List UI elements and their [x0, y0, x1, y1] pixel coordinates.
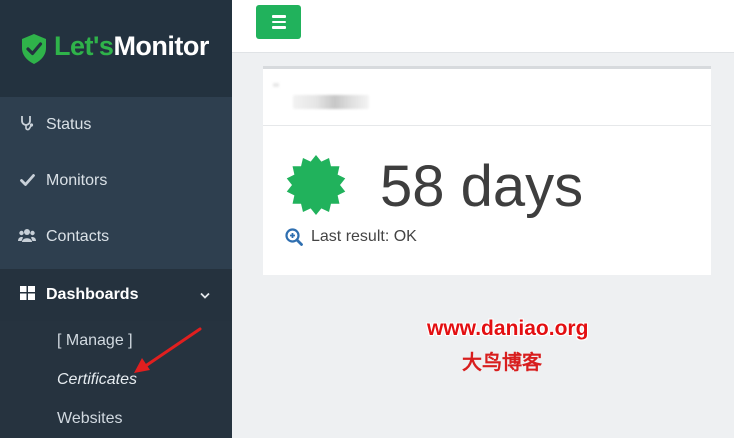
sidebar-toggle-button[interactable] — [256, 5, 301, 39]
stethoscope-icon — [18, 115, 36, 135]
sidebar-item-label: Contacts — [46, 228, 110, 245]
last-result[interactable]: Last result: OK — [285, 228, 417, 246]
hamburger-icon — [271, 15, 286, 18]
sidebar-item-label: Status — [46, 116, 92, 133]
days-remaining: 58 days — [380, 154, 584, 219]
blurred-title — [293, 95, 369, 109]
check-icon — [18, 173, 36, 190]
certificate-card: 58 days Last result: OK — [263, 66, 711, 275]
sidebar-item-label: Monitors — [46, 172, 108, 189]
card-body: 58 days Last result: OK — [263, 126, 711, 273]
sidebar-item-label: Dashboards — [46, 286, 139, 303]
red-arrow-annotation — [134, 327, 202, 373]
sidebar-item-status[interactable]: Status — [0, 97, 232, 153]
shield-check-icon — [22, 33, 46, 64]
zoom-in-icon — [285, 228, 303, 246]
users-icon — [18, 228, 36, 246]
watermark-url: www.daniao.org — [427, 317, 589, 340]
dashboard-grid-icon — [18, 286, 36, 304]
badge-shape — [286, 155, 346, 215]
last-result-text: Last result: OK — [311, 228, 417, 245]
sidebar-item-monitors[interactable]: Monitors — [0, 153, 232, 209]
sidebar-item-contacts[interactable]: Contacts — [0, 209, 232, 265]
submenu-item-websites[interactable]: Websites — [0, 399, 232, 438]
blurred-title-mark — [273, 83, 279, 87]
brand-logo[interactable]: Let'sMonitor — [0, 0, 232, 97]
sidebar-item-dashboards[interactable]: Dashboards — [0, 269, 232, 321]
certificate-badge-icon — [286, 155, 346, 215]
card-header — [263, 69, 711, 126]
chevron-down-icon[interactable] — [200, 288, 210, 302]
top-bar — [232, 0, 734, 53]
watermark-name: 大鸟博客 — [462, 350, 542, 374]
logo-text: Let'sMonitor — [54, 31, 209, 61]
